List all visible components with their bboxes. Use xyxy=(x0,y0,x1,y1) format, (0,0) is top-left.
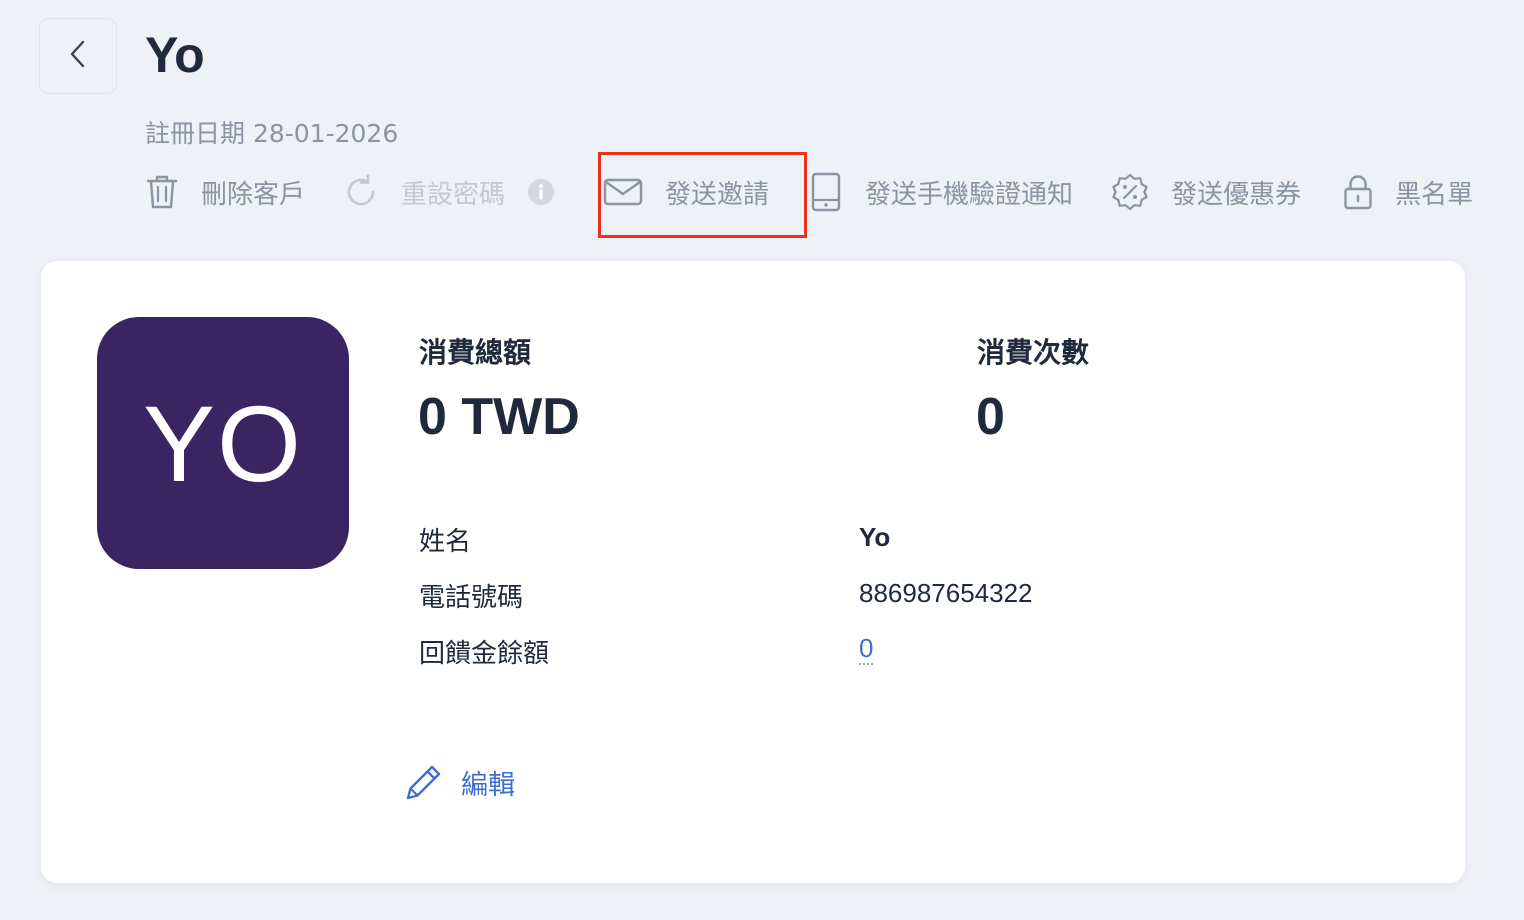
name-label: 姓名 xyxy=(419,527,472,557)
total-spend-value: 0 TWD xyxy=(418,388,580,446)
delete-customer-label: 刪除客戶 xyxy=(201,179,306,210)
reward-balance-label: 回饋金餘額 xyxy=(419,639,550,669)
lock-icon xyxy=(1343,173,1373,211)
delete-customer-button[interactable]: 刪除客戶 xyxy=(145,174,305,211)
edit-button[interactable]: 編輯 xyxy=(403,761,515,803)
phone-value: 886987654322 xyxy=(859,578,1033,608)
reset-password-button[interactable]: 重設密碼 xyxy=(343,174,555,211)
phone-label: 電話號碼 xyxy=(419,583,524,613)
send-invitation-button[interactable]: 發送邀請 xyxy=(603,174,769,211)
total-spend-label: 消費總額 xyxy=(419,336,532,369)
registration-date: 註冊日期 28-01-2026 xyxy=(145,119,399,148)
name-value: Yo xyxy=(859,522,891,552)
visit-count-value: 0 xyxy=(976,388,1005,446)
chevron-left-icon xyxy=(68,39,88,73)
customer-card: YO 消費總額 0 TWD 消費次數 0 姓名 Yo 電話號碼 88698765… xyxy=(41,261,1465,883)
action-toolbar: 刪除客戶 重設密碼 發送邀請 發送手機驗證通知 發送優惠券 黑名單 xyxy=(145,168,1473,216)
edit-label: 編輯 xyxy=(461,769,515,801)
info-icon[interactable] xyxy=(527,178,555,206)
reward-balance-value[interactable]: 0 xyxy=(859,634,874,665)
pencil-icon xyxy=(403,761,445,803)
reset-password-label: 重設密碼 xyxy=(401,179,506,210)
coupon-icon xyxy=(1111,173,1149,211)
send-phone-verification-button[interactable]: 發送手機驗證通知 xyxy=(809,172,1073,212)
blacklist-label: 黑名單 xyxy=(1395,179,1474,210)
back-button[interactable] xyxy=(39,18,117,94)
avatar: YO xyxy=(97,317,349,569)
refresh-icon xyxy=(343,174,379,210)
trash-icon xyxy=(145,174,179,210)
visit-count-label: 消費次數 xyxy=(977,336,1090,369)
phone-icon xyxy=(809,172,843,212)
page-title: Yo xyxy=(145,27,205,83)
send-coupon-button[interactable]: 發送優惠券 xyxy=(1111,173,1301,211)
send-coupon-label: 發送優惠券 xyxy=(1171,179,1302,210)
mail-icon xyxy=(603,177,643,207)
send-invitation-label: 發送邀請 xyxy=(665,179,770,210)
send-phone-verification-label: 發送手機驗證通知 xyxy=(865,179,1074,210)
blacklist-button[interactable]: 黑名單 xyxy=(1343,173,1473,211)
